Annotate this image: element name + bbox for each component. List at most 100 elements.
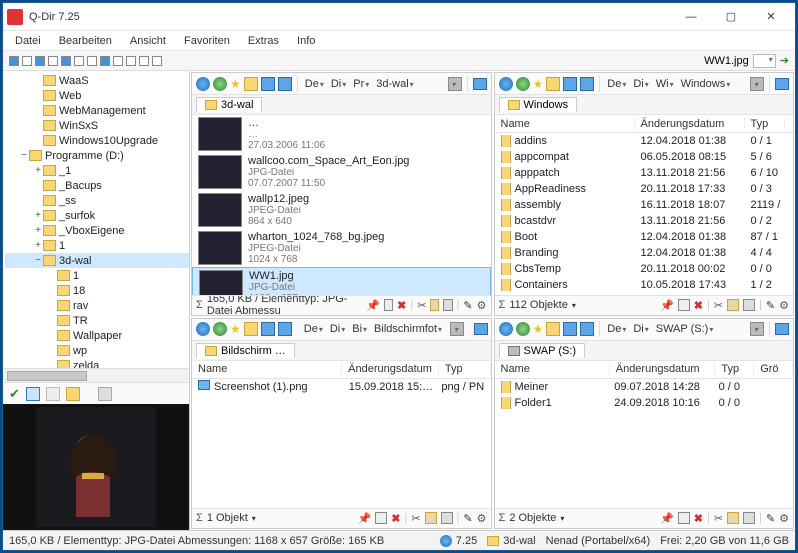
view-icon[interactable] [580, 77, 594, 91]
settings-icon[interactable]: ⚙ [779, 512, 789, 525]
pane1-tab[interactable]: 3d-wal [196, 97, 262, 112]
view-icon[interactable] [278, 77, 292, 91]
drive-dropdown[interactable]: Di [329, 78, 348, 90]
pin-icon[interactable]: 📌 [660, 512, 674, 525]
list-row[interactable]: AppReadiness20.11.2018 17:330 / 3 [495, 181, 794, 197]
close-button[interactable]: ✕ [751, 5, 791, 29]
list-row[interactable]: appcompat06.05.2018 08:155 / 6 [495, 149, 794, 165]
drive-dropdown[interactable]: De [303, 78, 326, 90]
monitor-icon[interactable] [775, 78, 789, 90]
menu-ansicht[interactable]: Ansicht [122, 33, 174, 49]
back-icon[interactable] [499, 77, 513, 91]
forward-icon[interactable] [213, 77, 227, 91]
menu-favoriten[interactable]: Favoriten [176, 33, 238, 49]
copy-icon[interactable] [727, 512, 739, 524]
drive-dropdown[interactable]: De [605, 78, 628, 90]
forward-icon[interactable] [516, 77, 530, 91]
folder-icon[interactable] [546, 77, 560, 91]
maximize-button[interactable]: ▢ [711, 5, 751, 29]
view-icon[interactable] [261, 77, 275, 91]
address-dropdown[interactable] [753, 54, 776, 68]
close-icon[interactable]: ✖ [391, 512, 400, 525]
paste-icon[interactable] [443, 299, 452, 311]
favorite-icon[interactable]: ★ [533, 77, 544, 91]
pane1-body[interactable]: ……27.03.2006 11:06wallcoo.com_Space_Art_… [192, 115, 491, 295]
pane2-header[interactable]: Name Änderungsdatum Typ [495, 115, 794, 133]
paste-icon[interactable] [743, 299, 755, 311]
tree-item[interactable]: +_1 [5, 163, 189, 178]
copy-icon[interactable] [425, 512, 437, 524]
list-row[interactable]: Folder124.09.2018 10:160 / 0 [495, 395, 794, 411]
pin-icon[interactable]: 📌 [660, 299, 674, 312]
folder-icon[interactable] [546, 322, 560, 336]
edit-icon[interactable]: ✎ [766, 512, 775, 525]
list-row[interactable]: CbsTemp20.11.2018 00:020 / 0 [495, 261, 794, 277]
forward-icon[interactable] [516, 322, 530, 336]
view-icon[interactable] [563, 322, 577, 336]
tree-item[interactable]: −3d-wal [5, 253, 189, 268]
tree-item[interactable]: WinSxS [5, 118, 189, 133]
menu-datei[interactable]: Datei [7, 33, 49, 49]
list-row[interactable]: addins12.04.2018 01:380 / 1 [495, 133, 794, 149]
tree-item[interactable]: zelda [5, 358, 189, 368]
settings-icon[interactable]: ⚙ [477, 512, 487, 525]
close-icon[interactable]: ✖ [397, 299, 406, 312]
tree-item[interactable]: wp [5, 343, 189, 358]
settings-icon[interactable]: ⚙ [779, 299, 789, 312]
cut-icon[interactable]: ✂ [714, 512, 723, 525]
cut-icon[interactable]: ✂ [417, 299, 426, 312]
view-icon[interactable] [261, 322, 275, 336]
favorite-icon[interactable]: ★ [230, 322, 241, 336]
pane2-body[interactable]: Name Änderungsdatum Typ addins12.04.2018… [495, 115, 794, 295]
pane4-body[interactable]: Name Änderungsdatum Typ Grö Meiner09.07.… [495, 361, 794, 508]
tree-item[interactable]: WebManagement [5, 103, 189, 118]
disk-icon[interactable] [750, 322, 764, 336]
file-item[interactable]: WW1.jpgJPG-Datei1168 x 657 [192, 267, 491, 295]
layout-presets[interactable] [9, 56, 162, 66]
file-item[interactable]: wallcoo.com_Space_Art_Eon.jpgJPG-Datei07… [192, 153, 491, 191]
paste-icon[interactable] [441, 512, 453, 524]
drive-dropdown[interactable]: Wi [654, 78, 676, 90]
filter-icon[interactable] [375, 512, 387, 524]
menu-info[interactable]: Info [289, 33, 323, 49]
filter-icon[interactable] [384, 299, 393, 311]
file-item[interactable]: ……27.03.2006 11:06 [192, 115, 491, 153]
monitor-icon[interactable] [474, 323, 488, 335]
edit-icon[interactable]: ✎ [766, 299, 775, 312]
pin-icon[interactable]: 📌 [358, 512, 372, 525]
tree-item[interactable]: 18 [5, 283, 189, 298]
edit-icon[interactable]: ✎ [463, 299, 472, 312]
edit-icon[interactable]: ✎ [463, 512, 472, 525]
tree-item[interactable]: TR [5, 313, 189, 328]
tree-item[interactable]: _ss [5, 193, 189, 208]
copy-icon[interactable] [727, 299, 739, 311]
check-icon[interactable]: ✔ [9, 386, 20, 402]
filter-icon[interactable] [678, 299, 690, 311]
view-icon[interactable] [278, 322, 292, 336]
tool-icon[interactable] [66, 387, 80, 401]
tree-item[interactable]: Web [5, 88, 189, 103]
close-icon[interactable]: ✖ [694, 512, 703, 525]
tree-item[interactable]: rav [5, 298, 189, 313]
copy-icon[interactable] [430, 299, 439, 311]
tree-item[interactable]: +1 [5, 238, 189, 253]
close-icon[interactable]: ✖ [694, 299, 703, 312]
cut-icon[interactable]: ✂ [411, 512, 420, 525]
list-row[interactable]: Containers10.05.2018 17:431 / 2 [495, 277, 794, 293]
settings-icon[interactable]: ⚙ [477, 299, 487, 312]
list-row[interactable]: Boot12.04.2018 01:3887 / 1 [495, 229, 794, 245]
tree-item[interactable]: WaaS [5, 73, 189, 88]
globe-icon[interactable] [440, 535, 452, 547]
list-row[interactable]: Meiner09.07.2018 14:280 / 0 [495, 379, 794, 395]
tree-hscroll[interactable] [3, 368, 189, 382]
tree-item[interactable]: 1 [5, 268, 189, 283]
pane4-tab[interactable]: SWAP (S:) [499, 343, 586, 358]
disk-icon[interactable] [450, 322, 464, 336]
menu-bearbeiten[interactable]: Bearbeiten [51, 33, 120, 49]
tool-icon[interactable] [98, 387, 112, 401]
disk-icon[interactable] [750, 77, 764, 91]
tree-item[interactable]: −Programme (D:) [5, 148, 189, 163]
tree-item[interactable]: +_VboxEigene [5, 223, 189, 238]
paste-icon[interactable] [743, 512, 755, 524]
tree-item[interactable]: Wallpaper [5, 328, 189, 343]
